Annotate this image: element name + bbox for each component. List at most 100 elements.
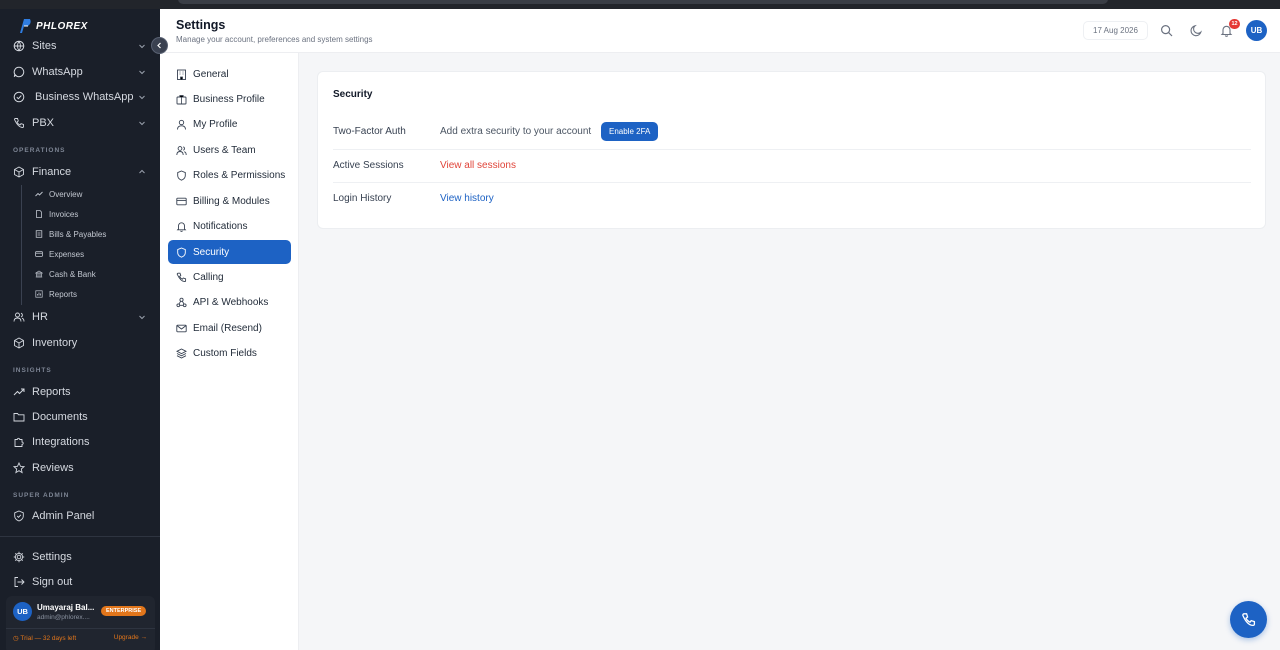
moon-icon[interactable] — [1190, 24, 1203, 37]
sidebar-item-reviews[interactable]: Reviews — [0, 456, 160, 480]
card-icon — [176, 197, 187, 205]
sidebar-subitem-label: Invoices — [49, 209, 79, 219]
sidebar-subitem-invoices[interactable]: Invoices — [35, 205, 78, 223]
sidebar-item-hr[interactable]: HR — [0, 305, 160, 329]
sidebar-subitem-overview[interactable]: Overview — [35, 185, 82, 203]
settings-nav-label: Calling — [193, 271, 224, 283]
sidebar-item-business-whatsapp[interactable]: Business WhatsApp — [0, 85, 160, 109]
login-history-label: Login History — [333, 193, 392, 204]
sidebar-item-label: Sites — [32, 40, 57, 52]
sidebar-item-admin-panel[interactable]: Admin Panel — [0, 504, 160, 528]
chart-icon — [35, 290, 43, 298]
sidebar-subitem-label: Expenses — [49, 249, 85, 259]
logout-icon — [14, 577, 25, 587]
brand-logo[interactable]: PHLOREX — [17, 17, 88, 35]
sidebar-item-inventory[interactable]: Inventory — [0, 331, 160, 355]
page-header: Settings Manage your account, preference… — [160, 9, 1280, 53]
globe-icon — [13, 40, 25, 52]
sidebar-item-integrations[interactable]: Integrations — [0, 430, 160, 454]
settings-nav-security[interactable]: Security — [168, 240, 291, 264]
settings-nav-label: Security — [193, 246, 230, 258]
settings-nav-notifications[interactable]: Notifications — [168, 214, 291, 238]
trend-icon — [13, 388, 25, 396]
sidebar-subitem-reports[interactable]: Reports — [35, 285, 77, 303]
avatar: UB — [13, 602, 32, 621]
settings-nav-calling[interactable]: Calling — [168, 265, 291, 289]
sidebar-item-label: Admin Panel — [32, 510, 95, 522]
settings-nav-label: Custom Fields — [193, 347, 257, 359]
sidebar: PHLOREX Sites WhatsApp Business WhatsApp… — [0, 9, 160, 650]
users-icon — [176, 145, 187, 155]
shield-icon — [177, 170, 186, 181]
settings-nav-label: General — [193, 68, 229, 80]
sidebar-collapse-button[interactable] — [151, 37, 168, 54]
settings-nav-billing-modules[interactable]: Billing & Modules — [168, 189, 291, 213]
gear-icon — [13, 551, 25, 563]
sidebar-subitem-label: Cash & Bank — [49, 269, 96, 279]
settings-nav-my-profile[interactable]: My Profile — [168, 112, 291, 136]
sidebar-item-sign-out[interactable]: Sign out — [0, 570, 160, 594]
settings-nav-business-profile[interactable]: Business Profile — [168, 87, 291, 111]
chevron-left-icon — [157, 42, 161, 49]
document-icon — [36, 210, 42, 218]
cube-icon — [14, 337, 24, 349]
section-label-insights: INSIGHTS — [13, 367, 52, 374]
sidebar-subitem-cash-bank[interactable]: Cash & Bank — [35, 265, 96, 283]
sidebar-item-settings[interactable]: Settings — [0, 545, 160, 569]
notification-badge: 12 — [1229, 19, 1240, 29]
two-factor-description: Add extra security to your account — [440, 126, 592, 137]
security-title: Security — [333, 89, 373, 100]
sidebar-subitem-label: Reports — [49, 289, 78, 299]
active-sessions-label: Active Sessions — [333, 160, 404, 171]
upgrade-link[interactable]: Upgrade → — [114, 634, 147, 641]
sidebar-item-label: Reports — [32, 386, 71, 398]
row-divider — [333, 182, 1251, 183]
brand-name: PHLOREX — [36, 20, 88, 32]
security-card: Security Two-Factor Auth Add extra secur… — [317, 71, 1266, 229]
user-card[interactable]: UB Umayaraj Bal... admin@phlorex.... ENT… — [6, 596, 155, 650]
search-icon[interactable] — [1160, 24, 1173, 37]
settings-nav-email-resend[interactable]: Email (Resend) — [168, 316, 291, 340]
two-factor-label: Two-Factor Auth — [333, 126, 406, 137]
settings-nav-roles-permissions[interactable]: Roles & Permissions — [168, 163, 291, 187]
trial-status: ◷ Trial — 32 days left — [13, 634, 76, 642]
browser-top-strip — [0, 0, 1280, 9]
settings-nav-label: API & Webhooks — [193, 296, 269, 308]
sidebar-item-whatsapp[interactable]: WhatsApp — [0, 60, 160, 84]
sidebar-subitem-label: Overview — [49, 189, 83, 199]
view-history-link[interactable]: View history — [440, 193, 494, 204]
folder-icon — [13, 413, 25, 422]
header-avatar[interactable]: UB — [1246, 20, 1267, 41]
call-fab-button[interactable] — [1230, 601, 1267, 638]
trial-text: Trial — 32 days left — [20, 635, 77, 642]
shield-icon — [14, 510, 24, 522]
settings-nav: General Business Profile My Profile User… — [160, 53, 299, 650]
settings-nav-custom-fields[interactable]: Custom Fields — [168, 341, 291, 365]
settings-nav-general[interactable]: General — [168, 62, 291, 86]
view-all-sessions-link[interactable]: View all sessions — [440, 160, 516, 171]
sidebar-item-documents[interactable]: Documents — [0, 405, 160, 429]
phone-icon — [14, 118, 24, 128]
briefcase-icon — [176, 94, 187, 104]
sidebar-item-finance[interactable]: Finance — [0, 160, 160, 184]
card-icon — [35, 251, 43, 257]
sidebar-item-reports[interactable]: Reports — [0, 380, 160, 404]
phone-icon — [176, 272, 187, 282]
sidebar-subitem-label: Bills & Payables — [49, 229, 107, 239]
sidebar-item-sites[interactable]: Sites — [0, 34, 160, 58]
enable-2fa-button[interactable]: Enable 2FA — [601, 122, 659, 141]
settings-nav-api-webhooks[interactable]: API & Webhooks — [168, 290, 291, 314]
sidebar-item-label: Settings — [32, 551, 72, 563]
logo-mark-icon — [20, 19, 31, 33]
bill-icon — [35, 230, 43, 238]
settings-nav-users-team[interactable]: Users & Team — [168, 138, 291, 162]
settings-nav-label: Billing & Modules — [193, 195, 270, 207]
sidebar-item-pbx[interactable]: PBX — [0, 111, 160, 135]
sidebar-subitem-expenses[interactable]: Expenses — [35, 245, 84, 263]
settings-nav-label: Business Profile — [193, 93, 265, 105]
user-card-divider — [6, 628, 155, 629]
sidebar-subitem-bills[interactable]: Bills & Payables — [35, 225, 106, 243]
chevron-up-icon — [139, 169, 145, 174]
section-label-super-admin: SUPER ADMIN — [13, 492, 70, 499]
chevron-down-icon — [139, 121, 145, 126]
